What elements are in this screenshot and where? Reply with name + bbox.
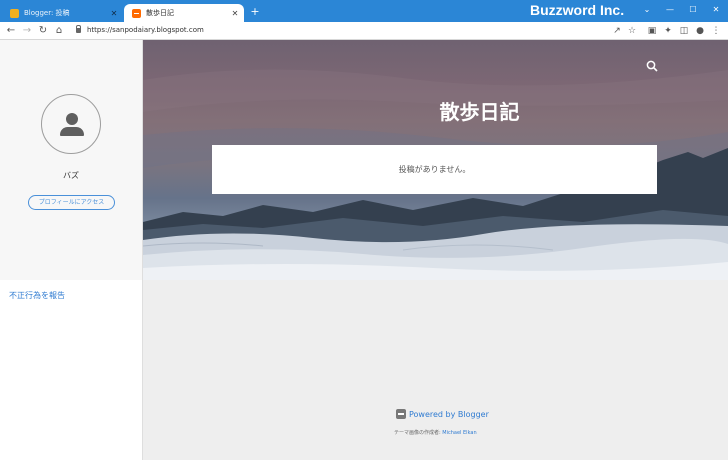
powered-by-blogger[interactable]: Powered by Blogger bbox=[396, 408, 489, 420]
menu-kebab-icon[interactable]: ⋮ bbox=[709, 24, 723, 38]
credit-prefix: テーマ画像の作成者: bbox=[394, 430, 441, 436]
blogger-logo-icon bbox=[396, 409, 406, 419]
blog-title[interactable]: 散歩日記 bbox=[143, 96, 728, 125]
browser-titlebar: Blogger: 投稿 ✕ 散歩日記 ✕ + Buzzword Inc. ⌄ —… bbox=[0, 0, 728, 22]
tab-sanpo-diary[interactable]: 散歩日記 ✕ bbox=[124, 4, 244, 22]
tab-title: Blogger: 投稿 bbox=[24, 9, 70, 17]
person-icon bbox=[66, 113, 78, 125]
profile-section: バズ プロフィールにアクセス bbox=[0, 40, 142, 280]
avatar[interactable] bbox=[41, 94, 101, 154]
blogger-favicon-icon bbox=[132, 8, 141, 18]
blogger-favicon-icon bbox=[10, 8, 19, 18]
search-icon[interactable] bbox=[645, 58, 659, 72]
address-bar[interactable]: https://sanpodaiary.blogspot.com bbox=[87, 25, 204, 36]
share-icon[interactable]: ↗ bbox=[610, 24, 624, 38]
blog-page: バズ プロフィールにアクセス 不正行為を報告 散歩日記 投稿がありません。 Po… bbox=[0, 40, 728, 460]
person-icon-body bbox=[60, 127, 84, 136]
profile-name: バズ bbox=[63, 171, 79, 180]
brand-watermark: Buzzword Inc. bbox=[530, 2, 625, 18]
side-panel-icon[interactable]: ◫ bbox=[677, 24, 691, 38]
close-window-button[interactable]: ✕ bbox=[705, 3, 727, 17]
tab-search-dropdown-icon[interactable]: ⌄ bbox=[636, 3, 658, 17]
lock-icon[interactable] bbox=[76, 25, 81, 33]
credit-author-link[interactable]: Michael Elkan bbox=[442, 430, 476, 436]
visit-profile-button[interactable]: プロフィールにアクセス bbox=[28, 195, 115, 210]
powered-by-link[interactable]: Powered by Blogger bbox=[409, 410, 489, 419]
no-posts-message: 投稿がありません。 bbox=[398, 165, 471, 174]
close-icon[interactable]: ✕ bbox=[108, 9, 120, 18]
forward-arrow-icon[interactable]: → bbox=[20, 24, 34, 38]
home-icon[interactable]: ⌂ bbox=[52, 24, 66, 38]
bookmark-star-icon[interactable]: ☆ bbox=[625, 24, 639, 38]
maximize-button[interactable]: ☐ bbox=[682, 3, 704, 17]
posts-container: 投稿がありません。 bbox=[212, 145, 657, 194]
profile-icon[interactable]: ● bbox=[693, 24, 707, 38]
theme-image-credit: テーマ画像の作成者: Michael Elkan bbox=[394, 429, 477, 436]
minimize-button[interactable]: — bbox=[659, 3, 681, 17]
extensions-puzzle-icon[interactable]: ✦ bbox=[661, 24, 675, 38]
extension-tool-icon[interactable]: ▣ bbox=[645, 24, 659, 38]
reload-icon[interactable]: ↻ bbox=[36, 24, 50, 38]
tab-blogger-posts[interactable]: Blogger: 投稿 ✕ bbox=[2, 4, 123, 22]
back-arrow-icon[interactable]: ← bbox=[4, 24, 18, 38]
sidebar: バズ プロフィールにアクセス 不正行為を報告 bbox=[0, 40, 143, 460]
close-icon[interactable]: ✕ bbox=[229, 9, 241, 18]
new-tab-button[interactable]: + bbox=[248, 4, 262, 20]
tab-title: 散歩日記 bbox=[146, 9, 174, 17]
report-abuse-link[interactable]: 不正行為を報告 bbox=[9, 290, 65, 301]
browser-toolbar: ← → ↻ ⌂ https://sanpodaiary.blogspot.com… bbox=[0, 22, 728, 40]
